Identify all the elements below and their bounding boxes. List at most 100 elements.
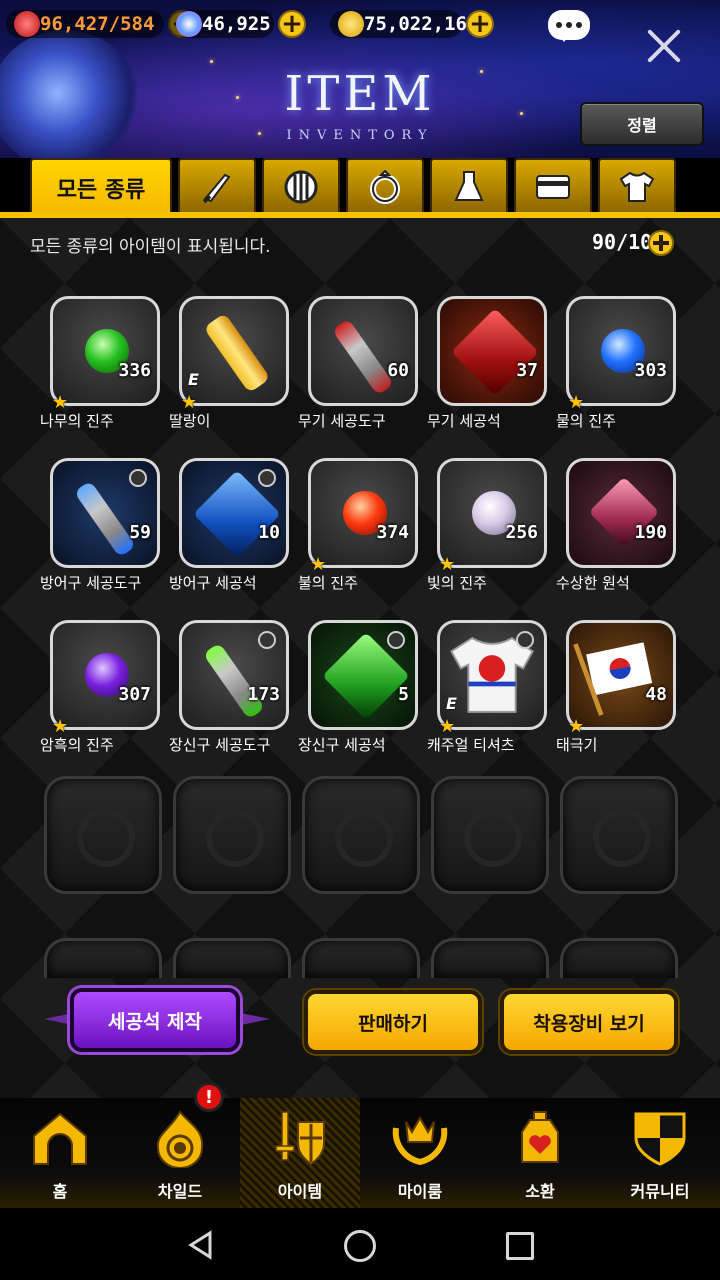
item-slot[interactable]: 256 ★ 빛의 진주 bbox=[427, 458, 547, 592]
tab-all[interactable]: 모든 종류 bbox=[30, 158, 172, 216]
nav-item[interactable]: 아이템 bbox=[240, 1098, 360, 1208]
item-slot[interactable]: 173 장신구 세공도구 bbox=[169, 620, 289, 754]
alert-badge: ! bbox=[194, 1082, 224, 1112]
potion-icon bbox=[454, 171, 484, 201]
card-icon bbox=[536, 175, 570, 199]
item-name: 장신구 세공석 bbox=[298, 736, 386, 754]
item-name: 불의 진주 bbox=[298, 574, 358, 592]
page-subtitle: INVENTORY bbox=[286, 128, 434, 143]
empty-slot bbox=[44, 938, 162, 978]
nav-myroom[interactable]: 마이룸 bbox=[360, 1098, 480, 1208]
view-equipment-button[interactable]: 착용장비 보기 bbox=[500, 990, 678, 1054]
rainbow-gem-icon bbox=[176, 11, 202, 37]
tab-consumable[interactable] bbox=[430, 158, 508, 214]
tab-all-label: 모든 종류 bbox=[56, 178, 146, 203]
item-name: 나무의 진주 bbox=[40, 412, 114, 430]
recent-apps-icon[interactable] bbox=[506, 1232, 534, 1260]
item-slot[interactable]: 59 방어구 세공도구 bbox=[40, 458, 160, 592]
nav-summon[interactable]: 소환 bbox=[480, 1098, 600, 1208]
item-name: 수상한 원석 bbox=[556, 574, 630, 592]
item-slot[interactable]: 336 ★ 나무의 진주 bbox=[40, 296, 160, 430]
sell-button[interactable]: 판매하기 bbox=[304, 990, 482, 1054]
nav-community-label: 커뮤니티 bbox=[630, 1182, 690, 1201]
shield-icon bbox=[284, 170, 318, 204]
item-quantity: 59 bbox=[129, 522, 151, 543]
ring-icon bbox=[370, 169, 400, 204]
item-slot[interactable]: 190 수상한 원석 bbox=[556, 458, 676, 592]
item-quantity: 190 bbox=[634, 522, 667, 543]
item-slot[interactable]: 374 ★ 불의 진주 bbox=[298, 458, 418, 592]
nav-child-label: 차일드 bbox=[157, 1182, 203, 1201]
sort-button[interactable]: 정렬 bbox=[580, 102, 704, 146]
item-quantity: 336 bbox=[118, 360, 151, 381]
inventory-description: 모든 종류의 아이템이 표시됩니다. bbox=[30, 237, 271, 257]
item-quantity: 5 bbox=[398, 684, 409, 705]
grade-label: E bbox=[188, 370, 199, 389]
item-quantity: 10 bbox=[258, 522, 280, 543]
shirt-icon bbox=[619, 171, 655, 202]
item-slot[interactable]: E ★ 딸랑이 bbox=[169, 296, 289, 430]
korean-flag-icon bbox=[573, 642, 653, 716]
item-name: 장신구 세공도구 bbox=[169, 736, 271, 754]
item-name: 암흑의 진주 bbox=[40, 736, 114, 754]
tab-armor[interactable] bbox=[262, 158, 340, 214]
home-circle-icon[interactable] bbox=[344, 1230, 376, 1262]
system-nav-bar bbox=[0, 1208, 720, 1280]
sparkle bbox=[210, 60, 213, 63]
item-slot[interactable]: 60 무기 세공도구 bbox=[298, 296, 418, 430]
sparkle bbox=[236, 96, 239, 99]
nav-home[interactable]: 홈 bbox=[0, 1098, 120, 1208]
item-name: 무기 세공도구 bbox=[298, 412, 386, 430]
sword-shield-icon bbox=[275, 1111, 325, 1166]
shield-icon bbox=[258, 469, 276, 487]
sparkle bbox=[480, 70, 483, 73]
nav-child[interactable]: 차일드 bbox=[120, 1098, 240, 1208]
tab-weapon[interactable] bbox=[178, 158, 256, 214]
item-name: 무기 세공석 bbox=[427, 412, 501, 430]
gem-currency: 46,925 + bbox=[168, 8, 306, 40]
add-gold-button[interactable]: + bbox=[466, 10, 494, 38]
tab-card[interactable] bbox=[514, 158, 592, 214]
expand-inventory-button[interactable] bbox=[648, 230, 674, 256]
item-slot[interactable]: 307 ★ 암흑의 진주 bbox=[40, 620, 160, 754]
nav-community[interactable]: 커뮤니티 bbox=[600, 1098, 720, 1208]
item-slot[interactable]: 10 방어구 세공석 bbox=[169, 458, 289, 592]
item-name: 방어구 세공석 bbox=[169, 574, 257, 592]
tab-accessory[interactable] bbox=[346, 158, 424, 214]
item-slot[interactable]: 48 ★ 태극기 bbox=[556, 620, 676, 754]
weapon-gem-icon bbox=[451, 308, 539, 396]
armor-tool-icon bbox=[73, 480, 137, 558]
ring-icon bbox=[387, 631, 405, 649]
home-icon bbox=[33, 1112, 87, 1165]
empty-slot bbox=[431, 938, 549, 978]
sword-icon bbox=[202, 173, 231, 204]
accessory-tool-icon bbox=[202, 642, 266, 720]
empty-slot bbox=[173, 938, 291, 978]
item-slot[interactable]: E ★ 캐주얼 티셔츠 bbox=[427, 620, 547, 754]
page-title: ITEM bbox=[284, 66, 436, 122]
gem-craft-button[interactable]: 세공석 제작 bbox=[70, 988, 240, 1052]
gold-currency: 75,022,164 + bbox=[330, 8, 494, 40]
heart-potion-icon bbox=[521, 1111, 559, 1163]
inventory-header: 96,427/584 + 46,925 + 75,022,164 + ITEM … bbox=[0, 0, 720, 158]
item-slot[interactable]: 37 무기 세공석 bbox=[427, 296, 547, 430]
add-gems-button[interactable]: + bbox=[278, 10, 306, 38]
back-icon[interactable] bbox=[186, 1230, 216, 1260]
item-name: 태극기 bbox=[556, 736, 598, 754]
category-tabs: 모든 종류 bbox=[0, 158, 720, 218]
empty-slot bbox=[302, 776, 420, 894]
close-icon[interactable] bbox=[642, 24, 686, 68]
item-name: 물의 진주 bbox=[556, 412, 616, 430]
gold-value: 75,022,164 bbox=[364, 13, 479, 35]
gem-value: 46,925 bbox=[202, 13, 271, 35]
rose-decoration bbox=[0, 30, 140, 158]
item-slot[interactable]: 5 장신구 세공석 bbox=[298, 620, 418, 754]
tab-costume[interactable] bbox=[598, 158, 676, 214]
currency-bar: 96,427/584 + 46,925 + 75,022,164 + bbox=[0, 8, 720, 42]
gold-coin-icon bbox=[338, 11, 364, 37]
chat-icon[interactable] bbox=[548, 10, 590, 42]
nav-home-label: 홈 bbox=[52, 1182, 68, 1201]
item-slot[interactable]: 303 ★ 물의 진주 bbox=[556, 296, 676, 430]
item-name: 방어구 세공도구 bbox=[40, 574, 142, 592]
item-quantity: 48 bbox=[645, 684, 667, 705]
